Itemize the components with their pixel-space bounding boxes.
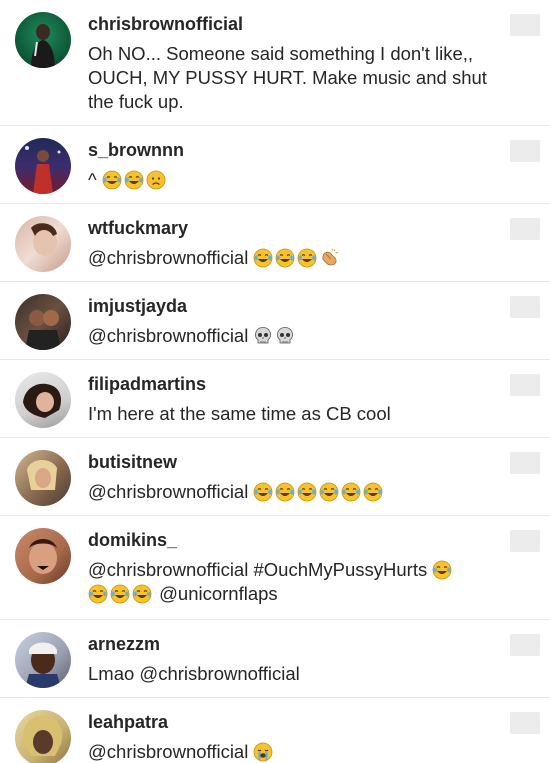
avatar[interactable] xyxy=(15,450,71,506)
comment-username[interactable]: butisitnew xyxy=(88,450,490,474)
face-with-tears-of-joy-icon xyxy=(363,482,383,502)
face-with-tears-of-joy-icon xyxy=(297,248,317,268)
face-with-tears-of-joy-icon xyxy=(253,482,273,502)
reply-button[interactable] xyxy=(510,140,540,162)
skull-icon xyxy=(253,326,273,346)
avatar[interactable] xyxy=(15,372,71,428)
comment-item: arnezzm Lmao @chrisbrownofficial xyxy=(0,620,550,698)
face-with-tears-of-joy-icon xyxy=(275,248,295,268)
avatar[interactable] xyxy=(15,294,71,350)
comment-item: domikins_ @chrisbrownofficial #OuchMyPus… xyxy=(0,516,550,620)
avatar-image xyxy=(29,539,57,574)
avatar-image xyxy=(25,310,61,350)
reply-button[interactable] xyxy=(510,452,540,474)
comment-text: Oh NO... Someone said something I don't … xyxy=(88,43,487,112)
clapping-hands-icon xyxy=(319,248,339,268)
comment-text-content: @chrisbrownofficial xyxy=(88,325,249,346)
avatar-image xyxy=(31,24,55,68)
comment-item: leahpatra @chrisbrownofficial xyxy=(0,698,550,763)
comment-username[interactable]: arnezzm xyxy=(88,632,490,656)
reply-button[interactable] xyxy=(510,218,540,240)
face-with-tears-of-joy-icon xyxy=(124,170,144,190)
avatar-image xyxy=(25,642,61,688)
avatar-image xyxy=(25,146,61,194)
comment-text-content: @chrisbrownofficial xyxy=(88,741,249,762)
avatar-image xyxy=(27,459,57,490)
face-with-tears-of-joy-icon xyxy=(275,482,295,502)
face-with-tears-of-joy-icon xyxy=(88,584,108,604)
comments-feed: chrisbrownofficial Oh NO... Someone said… xyxy=(0,0,550,763)
sad-face-icon xyxy=(146,170,166,190)
comment-username[interactable]: wtfuckmary xyxy=(88,216,490,240)
comment-item: wtfuckmary @chrisbrownofficial xyxy=(0,204,550,282)
comment-username[interactable]: filipadmartins xyxy=(88,372,490,396)
comment-text-content: @chrisbrownofficial xyxy=(88,247,249,268)
face-with-tears-of-joy-icon xyxy=(319,482,339,502)
comment-username[interactable]: chrisbrownofficial xyxy=(88,12,490,36)
avatar-image xyxy=(31,223,57,256)
avatar[interactable] xyxy=(15,632,71,688)
comment-text-content: ^ xyxy=(88,169,97,190)
comment-username[interactable]: s_brownnn xyxy=(88,138,490,162)
avatar-image xyxy=(22,715,63,756)
skull-icon xyxy=(275,326,295,346)
avatar[interactable] xyxy=(15,528,71,584)
comment-text: Lmao @chrisbrownofficial xyxy=(88,663,300,684)
avatar[interactable] xyxy=(15,138,71,194)
comment-text: @chrisbrownofficial xyxy=(88,480,490,504)
face-with-tears-of-joy-icon xyxy=(253,248,273,268)
face-with-tears-of-joy-icon xyxy=(110,584,130,604)
comment-username[interactable]: imjustjayda xyxy=(88,294,490,318)
comment-text-content: @chrisbrownofficial #OuchMyPussyHurts xyxy=(88,559,428,580)
loudly-crying-face-icon xyxy=(253,742,273,762)
comment-item: filipadmartins I'm here at the same time… xyxy=(0,360,550,438)
reply-button[interactable] xyxy=(510,374,540,396)
comment-username[interactable]: domikins_ xyxy=(88,528,490,552)
avatar[interactable] xyxy=(15,710,71,763)
comment-username[interactable]: leahpatra xyxy=(88,710,490,734)
comment-text: @chrisbrownofficial #OuchMyPussyHurts @u… xyxy=(88,558,490,606)
avatar[interactable] xyxy=(15,216,71,272)
face-with-tears-of-joy-icon xyxy=(341,482,361,502)
comment-text: @chrisbrownofficial xyxy=(88,324,490,348)
face-with-tears-of-joy-icon xyxy=(297,482,317,502)
reply-button[interactable] xyxy=(510,14,540,36)
reply-button[interactable] xyxy=(510,530,540,552)
reply-button[interactable] xyxy=(510,634,540,656)
face-with-tears-of-joy-icon xyxy=(132,584,152,604)
comment-text: @chrisbrownofficial xyxy=(88,246,490,270)
comment-item: s_brownnn ^ xyxy=(0,126,550,204)
avatar-image xyxy=(23,383,61,418)
face-with-tears-of-joy-icon xyxy=(102,170,122,190)
comment-item: chrisbrownofficial Oh NO... Someone said… xyxy=(0,0,550,126)
comment-text: ^ xyxy=(88,168,490,192)
comment-text-content: @chrisbrownofficial xyxy=(88,481,249,502)
reply-button[interactable] xyxy=(510,296,540,318)
face-with-tears-of-joy-icon xyxy=(432,560,452,580)
reply-button[interactable] xyxy=(510,712,540,734)
comment-text: I'm here at the same time as CB cool xyxy=(88,403,391,424)
comment-text-mention[interactable]: @unicornflaps xyxy=(159,583,278,604)
comment-item: imjustjayda @chrisbrownofficial xyxy=(0,282,550,360)
comment-item: butisitnew @chrisbrownofficial xyxy=(0,438,550,516)
comment-text: @chrisbrownofficial xyxy=(88,740,490,763)
avatar[interactable] xyxy=(15,12,71,68)
